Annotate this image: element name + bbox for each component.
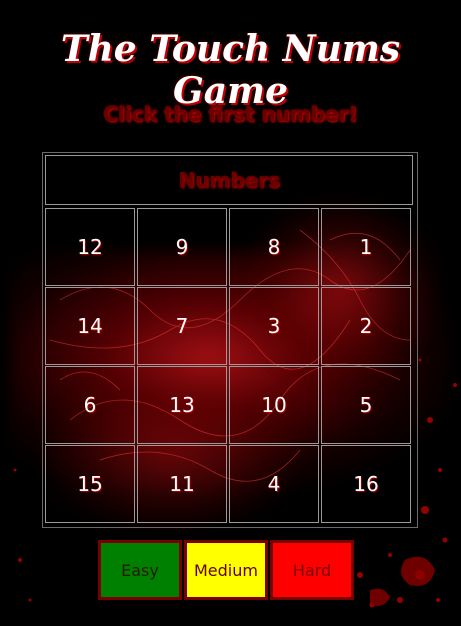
easy-button[interactable]: Easy — [98, 540, 182, 600]
number-cell[interactable]: 15 — [45, 445, 135, 523]
number-cell[interactable]: 9 — [137, 208, 227, 286]
number-cell[interactable]: 6 — [45, 366, 135, 444]
number-cell[interactable]: 8 — [229, 208, 319, 286]
number-cell[interactable]: 3 — [229, 287, 319, 365]
number-cell[interactable]: 16 — [321, 445, 411, 523]
number-cell[interactable]: 5 — [321, 366, 411, 444]
number-cell[interactable]: 4 — [229, 445, 319, 523]
game-title: The Touch Nums Game — [60, 28, 401, 112]
hard-button[interactable]: Hard — [270, 540, 354, 600]
number-cell[interactable]: 14 — [45, 287, 135, 365]
board-header: Numbers — [45, 155, 413, 205]
status-message: Click the first number! — [103, 102, 358, 126]
difficulty-selector: Easy Medium Hard — [98, 540, 354, 602]
number-cell[interactable]: 12 — [45, 208, 135, 286]
number-cell[interactable]: 10 — [229, 366, 319, 444]
number-cell[interactable]: 2 — [321, 287, 411, 365]
number-cell[interactable]: 13 — [137, 366, 227, 444]
medium-button[interactable]: Medium — [184, 540, 268, 600]
number-cell[interactable]: 11 — [137, 445, 227, 523]
numbers-board: Numbers 12 9 8 1 14 7 3 2 6 13 10 5 15 1… — [42, 152, 418, 528]
number-cell[interactable]: 1 — [321, 208, 411, 286]
number-cell[interactable]: 7 — [137, 287, 227, 365]
